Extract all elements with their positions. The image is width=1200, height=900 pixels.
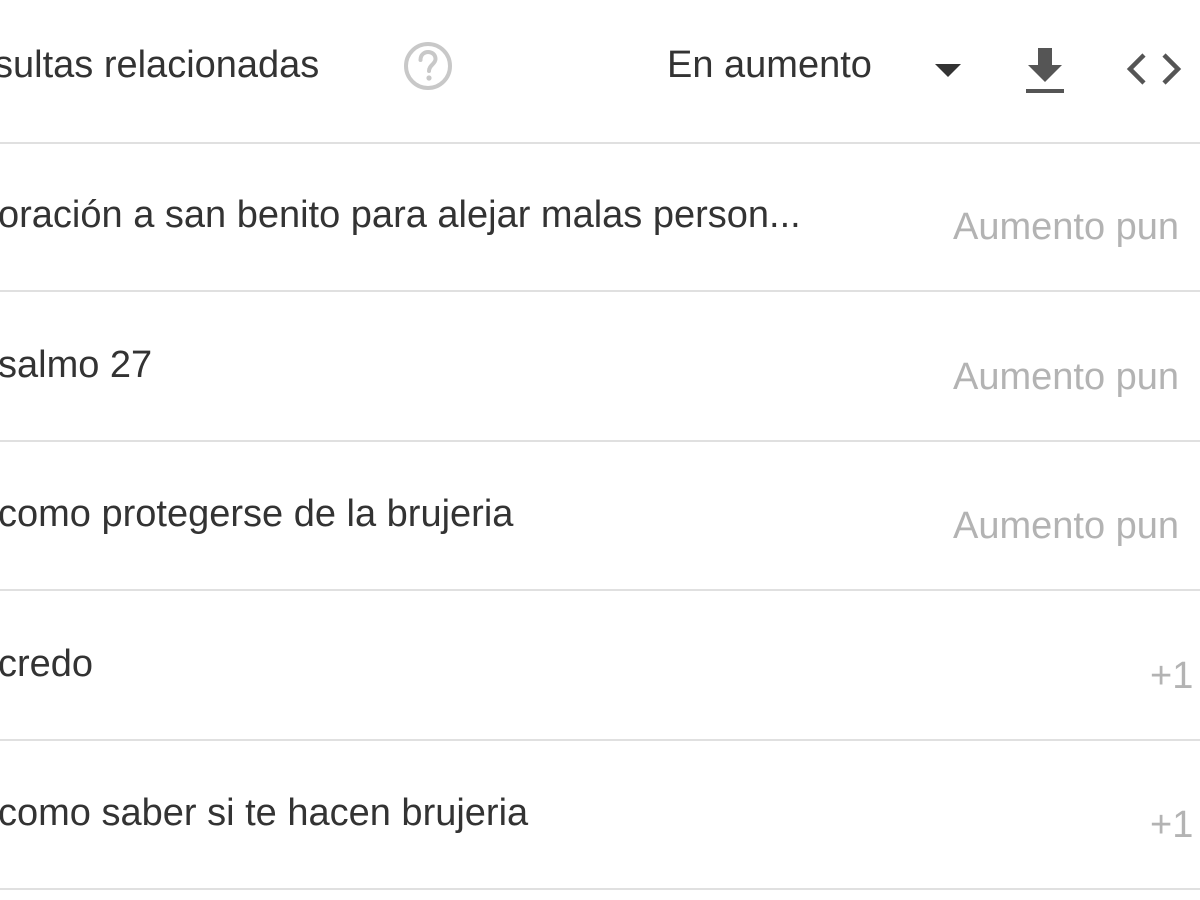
query-label[interactable]: credo [0, 643, 93, 686]
query-label[interactable]: oración a san benito para alejar malas p… [0, 194, 801, 237]
filter-select[interactable]: En aumento [667, 44, 872, 87]
widget-title: sultas relacionadas [0, 44, 320, 86]
query-label[interactable]: como saber si te hacen brujeria [0, 792, 528, 835]
query-value: +1 [1150, 804, 1194, 846]
download-icon[interactable] [1024, 48, 1066, 96]
help-circle-icon[interactable] [403, 41, 453, 91]
list-item[interactable]: como protegerse de la brujeria Aumento p… [0, 443, 1200, 591]
code-icon[interactable] [1124, 50, 1184, 88]
widget-header: sultas relacionadas En aumento [0, 0, 1200, 144]
query-label[interactable]: salmo 27 [0, 344, 152, 387]
list-item[interactable]: credo +1 [0, 593, 1200, 741]
dropdown-arrow-icon[interactable] [933, 60, 963, 80]
query-value: +1 [1150, 655, 1194, 697]
list-item[interactable]: como saber si te hacen brujeria +1 [0, 742, 1200, 890]
query-value: Aumento pun [953, 206, 1180, 248]
related-queries-widget: sultas relacionadas En aumento oración a… [0, 0, 1200, 900]
list-item[interactable]: oración a san benito para alejar malas p… [0, 144, 1200, 292]
query-label[interactable]: como protegerse de la brujeria [0, 493, 513, 536]
query-value: Aumento pun [953, 505, 1180, 547]
list-item[interactable]: salmo 27 Aumento pun [0, 294, 1200, 442]
query-value: Aumento pun [953, 356, 1180, 398]
